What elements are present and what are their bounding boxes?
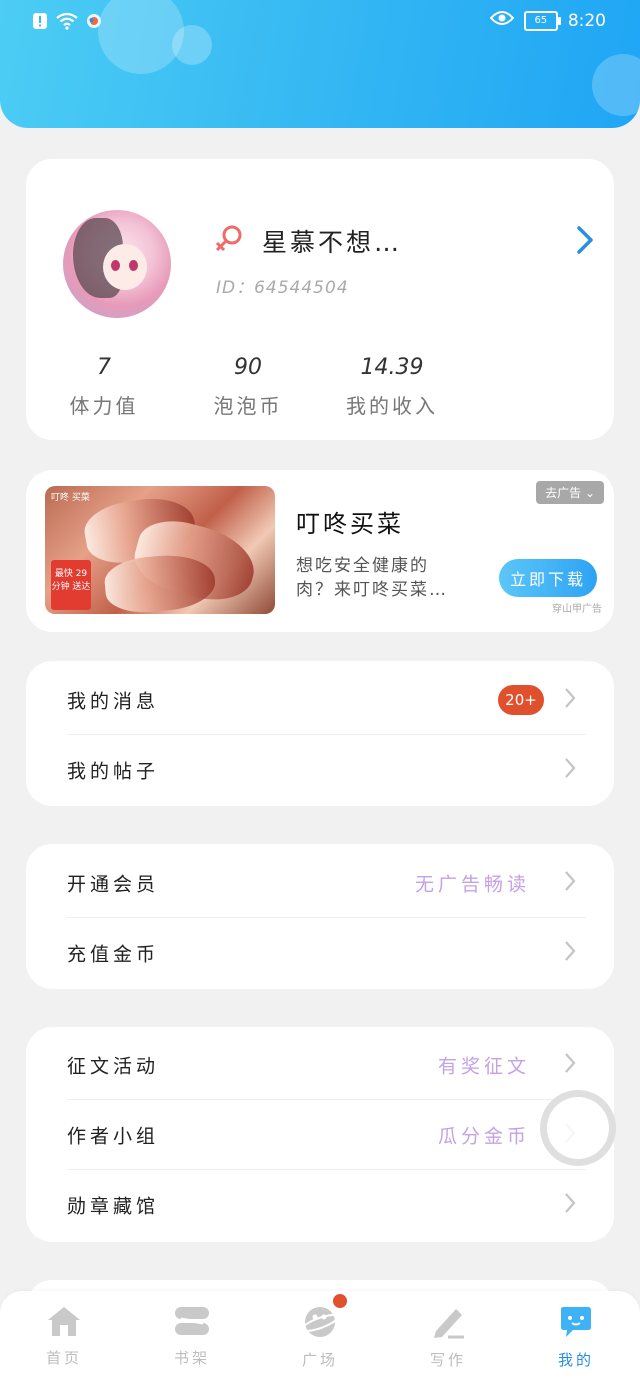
download-button[interactable]: 立即下载 (499, 559, 597, 597)
ad-card[interactable]: 叮咚 买菜 最快 29分钟 送达 叮咚买菜 想吃安全健康的肉？来叮咚买菜… 去广… (26, 470, 614, 632)
menu-item-label: 开通会员 (67, 873, 160, 896)
bookshelf-icon (173, 1307, 211, 1341)
nav-label: 我的 (557, 1351, 594, 1369)
menu-item-medals[interactable]: 勋章藏馆 (26, 1170, 614, 1240)
chevron-right-icon (564, 1052, 576, 1078)
menu-item-hint: 瓜分金币 (437, 1125, 530, 1148)
nav-label: 书架 (173, 1349, 210, 1367)
profile-chat-icon (557, 1307, 595, 1343)
header-banner: 65 8:20 (0, 0, 640, 128)
wifi-icon (56, 12, 78, 34)
nickname: 星慕不想… (262, 228, 403, 257)
chevron-right-icon (564, 940, 576, 966)
nav-writing[interactable]: 写作 (398, 1305, 498, 1370)
menu-item-label: 征文活动 (67, 1055, 160, 1078)
eye-icon (489, 10, 515, 31)
nav-plaza[interactable]: 广场 (270, 1305, 370, 1370)
stat-income[interactable]: 14.39 我的收入 (322, 355, 462, 419)
nav-label: 写作 (429, 1351, 466, 1369)
clock: 8:20 (567, 10, 606, 31)
menu-item-vip[interactable]: 开通会员 无广告畅读 (26, 848, 614, 918)
menu-item-contest[interactable]: 征文活动 有奖征文 (26, 1030, 614, 1100)
notification-dot (333, 1294, 347, 1308)
menu-item-label: 我的消息 (67, 690, 160, 713)
remove-ad-label: 去广告 (545, 486, 582, 500)
chevron-right-icon (564, 687, 576, 713)
ad-source: 穿山甲广告 (552, 604, 602, 615)
menu-group-membership: 开通会员 无广告畅读 充值金币 (26, 844, 614, 989)
bottom-navigation: 首页 书架 广场 写作 我的 (0, 1291, 640, 1387)
nav-home[interactable]: 首页 (14, 1305, 114, 1368)
menu-item-label: 勋章藏馆 (67, 1195, 160, 1218)
stat-value: 7 (97, 355, 111, 380)
chevron-down-icon: ⌄ (584, 486, 595, 500)
menu-item-label: 我的帖子 (67, 760, 160, 783)
stat-label: 泡泡币 (213, 394, 283, 418)
chevron-right-icon (564, 870, 576, 896)
battery-icon: 65 (523, 10, 561, 31)
chevron-right-icon (564, 757, 576, 783)
stat-stamina[interactable]: 7 体力值 (34, 355, 174, 419)
menu-item-recharge[interactable]: 充值金币 (26, 918, 614, 988)
menu-item-messages[interactable]: 我的消息 20+ (26, 665, 614, 735)
profile-card[interactable]: 星慕不想… ID：64544504 7 体力值 90 泡泡币 14.39 我的收… (26, 159, 614, 440)
bubble-decoration (172, 25, 212, 65)
plaza-icon (301, 1307, 339, 1343)
battery-level: 65 (534, 15, 548, 26)
stat-value: 14.39 (360, 355, 424, 380)
menu-item-author-group[interactable]: 作者小组 瓜分金币 (26, 1100, 614, 1170)
home-icon (46, 1307, 82, 1341)
status-bar-left (32, 12, 102, 34)
remove-ad-button[interactable]: 去广告 ⌄ (536, 481, 604, 504)
stat-label: 我的收入 (346, 394, 438, 418)
ad-image[interactable]: 叮咚 买菜 最快 29分钟 送达 (45, 486, 275, 614)
menu-item-hint: 有奖征文 (437, 1055, 530, 1078)
unread-badge: 20+ (498, 685, 544, 715)
menu-group-messages: 我的消息 20+ 我的帖子 (26, 661, 614, 806)
status-bar-right: 65 8:20 (489, 10, 606, 31)
chevron-right-icon[interactable] (576, 225, 594, 259)
menu-item-hint: 无广告畅读 (414, 873, 530, 896)
floating-assistive-button[interactable] (540, 1090, 616, 1166)
ad-description: 想吃安全健康的肉？来叮咚买菜… (296, 556, 448, 600)
ad-image-brand: 叮咚 买菜 (51, 493, 90, 503)
menu-group-activities: 征文活动 有奖征文 作者小组 瓜分金币 勋章藏馆 (26, 1027, 614, 1242)
stat-bubble-coins[interactable]: 90 泡泡币 (178, 355, 318, 419)
nav-mine[interactable]: 我的 (526, 1305, 626, 1370)
ad-title: 叮咚买菜 (296, 510, 404, 538)
menu-item-label: 充值金币 (67, 943, 160, 966)
bubble-decoration (592, 54, 640, 116)
avatar[interactable] (63, 210, 171, 318)
bubble-decoration (98, 0, 184, 74)
nav-label: 首页 (45, 1349, 82, 1367)
user-id: ID：64544504 (216, 278, 349, 298)
stat-value: 90 (234, 355, 262, 380)
app-notification-icon (86, 13, 102, 33)
nav-bookshelf[interactable]: 书架 (142, 1305, 242, 1368)
pen-icon (430, 1309, 466, 1343)
alert-icon (32, 12, 48, 34)
female-gender-icon (213, 223, 245, 259)
stat-label: 体力值 (69, 394, 139, 418)
chevron-right-icon (564, 1192, 576, 1218)
menu-item-label: 作者小组 (67, 1125, 160, 1148)
menu-item-posts[interactable]: 我的帖子 (26, 735, 614, 805)
nav-label: 广场 (301, 1351, 338, 1369)
ad-image-tag: 最快 29分钟 送达 (51, 560, 91, 610)
